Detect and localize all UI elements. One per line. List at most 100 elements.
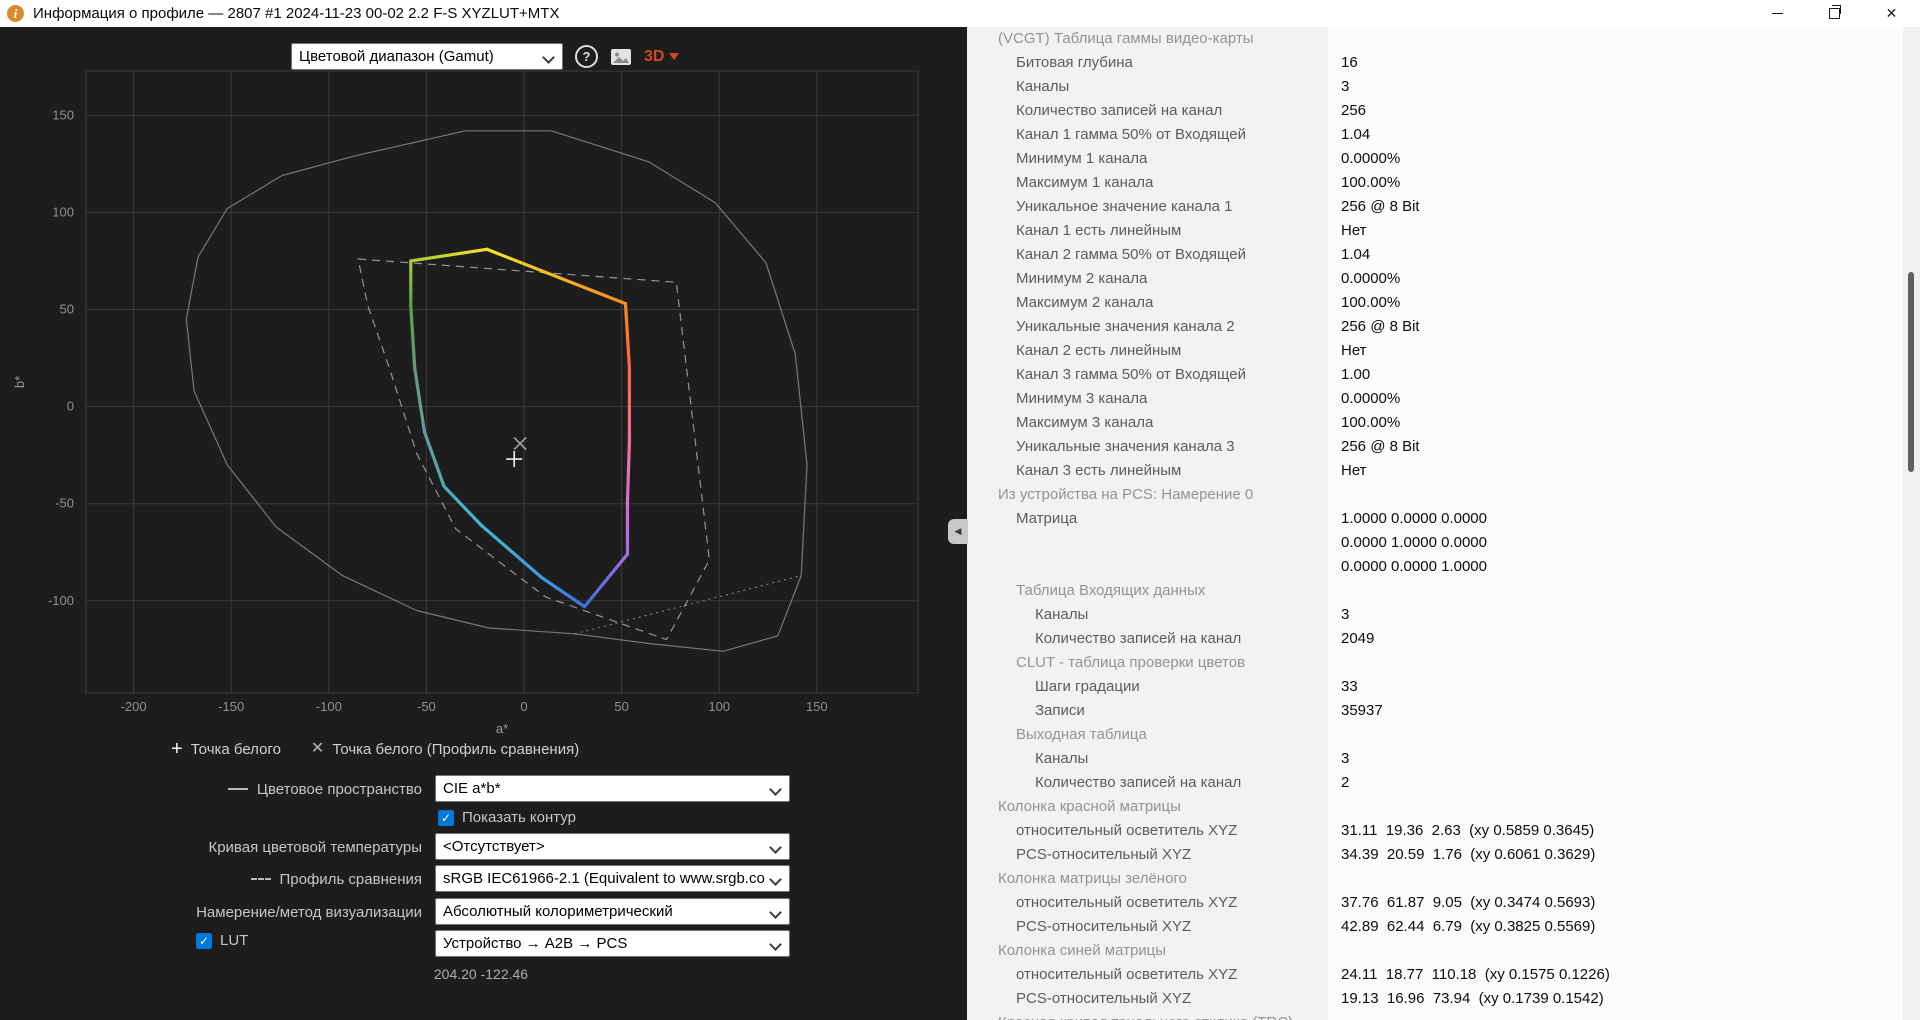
help-icon[interactable]: ?	[575, 45, 598, 68]
row-label: PCS-относительный XYZ	[967, 915, 1328, 939]
colorspace-value: CIE a*b*	[443, 780, 501, 797]
chevron-down-icon	[769, 906, 782, 919]
y-tick-label: 100	[52, 204, 74, 219]
3d-menu-button[interactable]: 3D	[644, 48, 679, 66]
solid-line-icon	[228, 788, 248, 790]
table-row: Колонка матрицы зелёного	[967, 867, 1920, 891]
row-value: 0.0000 0.0000 1.0000	[1328, 555, 1920, 579]
titlebar: i Информация о профиле — 2807 #1 2024-11…	[0, 0, 1920, 27]
row-label: Колонка синей матрицы	[967, 939, 1328, 963]
table-row: Канал 2 есть линейнымНет	[967, 339, 1920, 363]
y-axis-label: b*	[12, 376, 27, 388]
row-value: 0.0000 1.0000 0.0000	[1328, 531, 1920, 555]
temperature-curve-row: Кривая цветовой температуры <Отсутствует…	[0, 833, 967, 861]
row-label: Максимум 1 канала	[967, 171, 1328, 195]
table-row: Максимум 3 канала100.00%	[967, 411, 1920, 435]
restore-button[interactable]	[1806, 0, 1863, 27]
row-value: 100.00%	[1328, 171, 1920, 195]
rendering-intent-value: Абсолютный колориметрический	[443, 903, 673, 920]
row-label: Количество записей на канал	[967, 99, 1328, 123]
row-label: Каналы	[967, 603, 1328, 627]
show-outline-group: ✓ Показать контур	[438, 809, 576, 826]
gamut-outline-segment	[411, 249, 487, 261]
rendering-intent-row: Намерение/метод визуализации Абсолютный …	[0, 898, 967, 926]
gamut-outline-segment	[542, 577, 585, 606]
lut-value: Устройство → A2B → PCS	[443, 935, 627, 952]
table-row: Минимум 3 канала0.0000%	[967, 387, 1920, 411]
colorspace-select[interactable]: CIE a*b*	[435, 775, 790, 802]
comparison-profile-select[interactable]: sRGB IEC61966-2.1 (Equivalent to www.srg…	[435, 865, 790, 892]
table-row: Красная кривая тонального отклика (TRC)	[967, 1011, 1920, 1020]
vertical-scrollbar[interactable]	[1903, 27, 1920, 1020]
row-value: 33	[1328, 675, 1920, 699]
scrollbar-thumb[interactable]	[1908, 272, 1914, 472]
panel-splitter[interactable]: ◀	[948, 519, 968, 544]
window-controls: ✕	[1749, 0, 1920, 27]
comparison-profile-label-group: Профиль сравнения	[251, 865, 423, 893]
row-value	[1328, 867, 1920, 891]
minimize-button[interactable]	[1749, 0, 1806, 27]
lut-checkbox[interactable]: ✓	[196, 933, 212, 949]
gamut-outline-segment	[444, 486, 481, 525]
row-label: Матрица	[967, 507, 1328, 531]
row-value: 42.89 62.44 6.79 (xy 0.3825 0.5569)	[1328, 915, 1920, 939]
table-row: Шаги градации33	[967, 675, 1920, 699]
lut-label: LUT	[220, 932, 248, 949]
close-button[interactable]: ✕	[1863, 0, 1920, 27]
row-value: 35937	[1328, 699, 1920, 723]
minimize-icon	[1772, 13, 1783, 14]
restore-icon	[1829, 8, 1840, 19]
row-label: Минимум 2 канала	[967, 267, 1328, 291]
table-row: (VCGT) Таблица гаммы видео-карты	[967, 27, 1920, 51]
row-label: Уникальное значение канала 1	[967, 195, 1328, 219]
row-value	[1328, 651, 1920, 675]
dashed-line-icon	[251, 878, 271, 880]
cursor-coordinates: 204.20 -122.46	[0, 966, 962, 982]
row-value: 0.0000%	[1328, 267, 1920, 291]
gamut-plot[interactable]: -200-150-100-50050100150150100500-50-100…	[0, 27, 967, 737]
row-label: Минимум 3 канала	[967, 387, 1328, 411]
table-row: Каналы3	[967, 75, 1920, 99]
x-tick-label: -100	[316, 699, 342, 714]
comparison-profile-label: Профиль сравнения	[280, 871, 423, 888]
gamut-outline-segment	[585, 554, 628, 606]
row-label: Максимум 2 канала	[967, 291, 1328, 315]
show-outline-checkbox[interactable]: ✓	[438, 810, 454, 826]
plot-border	[86, 71, 918, 693]
table-row: Максимум 1 канала100.00%	[967, 171, 1920, 195]
table-row: 0.0000 0.0000 1.0000	[967, 555, 1920, 579]
row-label: относительный осветитель XYZ	[967, 891, 1328, 915]
chevron-down-icon	[769, 783, 782, 796]
row-value: 16	[1328, 51, 1920, 75]
image-export-icon[interactable]	[610, 48, 632, 66]
table-row: Из устройства на PCS: Намерение 0	[967, 483, 1920, 507]
row-label	[967, 555, 1328, 579]
temperature-curve-select[interactable]: <Отсутствует>	[435, 833, 790, 860]
row-value: 3	[1328, 747, 1920, 771]
row-value: Нет	[1328, 459, 1920, 483]
table-row: Таблица Входящих данных	[967, 579, 1920, 603]
plot-type-value: Цветовой диапазон (Gamut)	[299, 48, 494, 65]
x-tick-label: -50	[417, 699, 436, 714]
profile-info-table: (VCGT) Таблица гаммы видео-картыБитовая …	[967, 27, 1920, 1020]
lut-row: ✓ LUT Устройство → A2B → PCS	[0, 930, 967, 958]
row-value: 1.00	[1328, 363, 1920, 387]
row-label: Каналы	[967, 747, 1328, 771]
row-value: 100.00%	[1328, 291, 1920, 315]
table-row: Канал 1 есть линейнымНет	[967, 219, 1920, 243]
row-label: Канал 2 есть линейным	[967, 339, 1328, 363]
x-tick-label: 150	[806, 699, 828, 714]
row-label: Таблица Входящих данных	[967, 579, 1328, 603]
legend-white-point-label: Точка белого	[191, 741, 281, 758]
table-row: относительный осветитель XYZ37.76 61.87 …	[967, 891, 1920, 915]
rendering-intent-select[interactable]: Абсолютный колориметрический	[435, 898, 790, 925]
row-label: Красная кривая тонального отклика (TRC)	[967, 1011, 1328, 1020]
row-label: CLUT - таблица проверки цветов	[967, 651, 1328, 675]
row-value	[1328, 939, 1920, 963]
lut-select[interactable]: Устройство → A2B → PCS	[435, 930, 790, 957]
table-row: Каналы3	[967, 603, 1920, 627]
cross-marker-icon: ✕	[311, 741, 324, 757]
gamut-panel: -200-150-100-50050100150150100500-50-100…	[0, 27, 967, 1020]
plot-type-select[interactable]: Цветовой диапазон (Gamut)	[291, 43, 563, 70]
gamut-outline-segment	[424, 432, 444, 486]
